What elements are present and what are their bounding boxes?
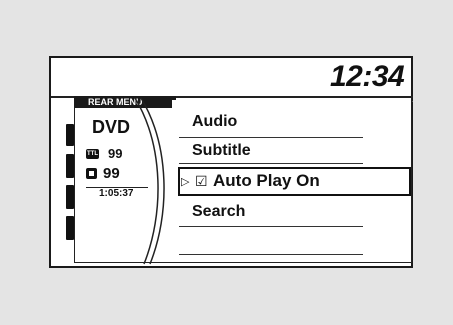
side-tab <box>66 185 74 209</box>
menu-divider <box>179 163 363 164</box>
elapsed-time: 1:05:37 <box>99 188 134 199</box>
menu-item-subtitle[interactable]: Subtitle <box>192 142 251 160</box>
selection-arrow-icon: ▷ <box>181 176 190 188</box>
chapter-number: 99 <box>103 165 120 182</box>
title-icon: TTL <box>86 148 99 159</box>
side-tab <box>66 154 74 178</box>
side-tab <box>66 124 74 146</box>
menu-divider <box>179 137 363 138</box>
title-count-row: TTL 99 <box>86 146 122 161</box>
checkbox-icon[interactable]: ☑ <box>195 173 208 190</box>
menu-item-audio[interactable]: Audio <box>192 113 237 131</box>
chapter-count-row: 99 <box>86 165 120 182</box>
source-label: DVD <box>92 117 131 137</box>
clock: 12:34 <box>330 60 405 93</box>
menu-divider <box>179 254 363 255</box>
title-number: 99 <box>108 146 123 161</box>
panel-curve-divider <box>134 97 165 265</box>
menu-divider <box>179 226 363 227</box>
chapter-icon <box>86 168 97 179</box>
menu-item-search[interactable]: Search <box>192 203 245 221</box>
side-tab <box>66 216 74 240</box>
menu-item-auto-play-label: Auto Play On <box>213 171 320 190</box>
